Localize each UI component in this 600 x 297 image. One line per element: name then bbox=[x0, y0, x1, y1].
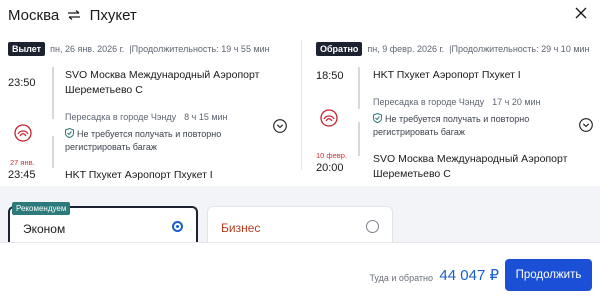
legs-divider bbox=[301, 40, 302, 170]
fare-economy-label: Эконом bbox=[23, 222, 66, 236]
return-departure-time: 18:50 bbox=[316, 70, 344, 82]
close-button[interactable] bbox=[570, 2, 592, 24]
continue-button[interactable]: Продолжить bbox=[505, 259, 592, 291]
outbound-timeline-lower bbox=[52, 136, 54, 168]
return-departure-airport: HKT Пхукет Аэропорт Пхукет I bbox=[373, 69, 521, 81]
economy-radio[interactable] bbox=[172, 221, 183, 232]
route-title: Москва Пхукет bbox=[8, 7, 137, 24]
return-transfer-duration: 17 ч 20 мин bbox=[492, 97, 541, 107]
outbound-departure-airport: SVO Москва Международный Аэропорт Шереме… bbox=[65, 69, 260, 96]
return-badge: Обратно bbox=[316, 42, 363, 56]
swap-arrows-icon bbox=[68, 9, 81, 20]
return-arrival-airport: SVO Москва Международный Аэропорт Шереме… bbox=[373, 153, 568, 180]
shield-check-icon bbox=[373, 113, 382, 123]
fare-business-label: Бизнес bbox=[221, 221, 261, 235]
outbound-baggage-text: Не требуется получать и повторно регистр… bbox=[65, 129, 222, 152]
outbound-transfer-city: Пересадка в городе Чэнду bbox=[65, 112, 177, 122]
return-timeline bbox=[358, 67, 360, 109]
origin-city: Москва bbox=[8, 6, 60, 24]
return-leg: Обратно пн, 9 февр. 2026 г. | Продолжите… bbox=[316, 40, 598, 182]
return-baggage-note: Не требуется получать и повторно регистр… bbox=[373, 113, 563, 139]
return-date: пн, 9 февр. 2026 г. bbox=[367, 44, 445, 54]
booking-footer: Туда и обратно 44 047 ₽ Продолжить bbox=[0, 242, 600, 297]
outbound-baggage-note: Не требуется получать и повторно регистр… bbox=[65, 128, 265, 154]
close-icon bbox=[575, 7, 587, 19]
return-duration: Продолжительность: 29 ч 10 мин bbox=[451, 44, 590, 54]
outbound-duration: Продолжительность: 19 ч 55 мин bbox=[131, 44, 270, 54]
outbound-transfer: Пересадка в городе Чэнду 8 ч 15 мин bbox=[65, 112, 228, 122]
return-transfer-city: Пересадка в городе Чэнду bbox=[373, 97, 485, 107]
return-transfer: Пересадка в городе Чэнду 17 ч 20 мин bbox=[373, 97, 541, 107]
return-arrival-date: 10 февр. bbox=[316, 151, 348, 160]
return-timeline-lower bbox=[358, 122, 360, 156]
destination-city: Пхукет bbox=[89, 6, 137, 24]
return-info-row: Обратно пн, 9 февр. 2026 г. | Продолжите… bbox=[316, 42, 590, 56]
recommended-badge: Рекомендуем bbox=[12, 202, 71, 215]
fare-option-business[interactable]: Бизнес bbox=[207, 206, 393, 243]
total-price: 44 047 ₽ bbox=[439, 267, 499, 284]
airline-logo-icon bbox=[320, 109, 338, 127]
return-arrival-time: 20:00 bbox=[316, 162, 344, 174]
return-expand-icon[interactable] bbox=[579, 118, 593, 132]
outbound-timeline bbox=[52, 67, 54, 119]
outbound-info-row: Вылет пн, 26 янв. 2026 г. | Продолжитель… bbox=[8, 42, 270, 56]
outbound-arrival-airport: HKT Пхукет Аэропорт Пхукет I bbox=[65, 169, 213, 181]
outbound-expand-icon[interactable] bbox=[273, 119, 287, 133]
outbound-leg: Вылет пн, 26 янв. 2026 г. | Продолжитель… bbox=[8, 40, 296, 182]
total-label: Туда и обратно bbox=[369, 273, 433, 283]
outbound-arrival-date: 27 янв. bbox=[10, 158, 35, 167]
outbound-badge: Вылет bbox=[8, 42, 46, 56]
outbound-transfer-duration: 8 ч 15 мин bbox=[184, 112, 228, 122]
outbound-date: пн, 26 янв. 2026 г. bbox=[50, 44, 125, 54]
return-baggage-text: Не требуется получать и повторно регистр… bbox=[373, 114, 530, 137]
business-radio[interactable] bbox=[366, 220, 379, 233]
route-header: Москва Пхукет bbox=[8, 4, 137, 26]
shield-check-icon bbox=[65, 128, 74, 138]
outbound-departure-time: 23:50 bbox=[8, 77, 36, 89]
outbound-arrival-time: 23:45 bbox=[8, 169, 36, 181]
airline-logo-icon bbox=[14, 124, 32, 142]
